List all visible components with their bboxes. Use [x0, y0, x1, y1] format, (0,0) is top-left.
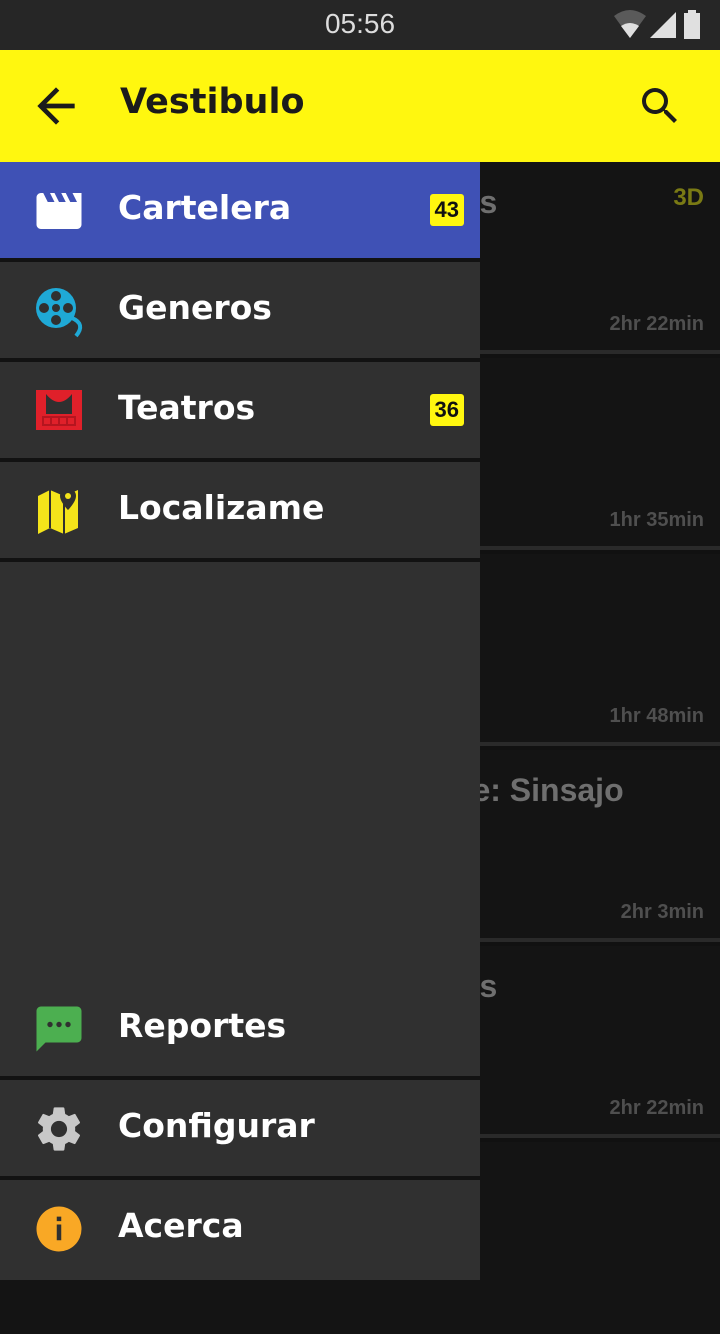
drawer-item-label: Teatros — [118, 388, 256, 427]
navigation-drawer: Cartelera 43 Generos Teatros 36 Localiza… — [0, 162, 480, 1280]
drawer-item-acerca[interactable]: Acerca — [0, 1180, 480, 1280]
search-button[interactable] — [636, 82, 684, 130]
drawer-item-generos[interactable]: Generos — [0, 262, 480, 362]
movie-duration: 2hr 22min — [609, 313, 704, 335]
movie-duration: 1hr 48min — [609, 705, 704, 727]
drawer-item-label: Generos — [118, 288, 272, 327]
drawer-item-label: Localizame — [118, 488, 325, 527]
info-icon — [36, 1206, 82, 1252]
film-reel-icon — [36, 288, 83, 338]
theater-icon — [36, 390, 82, 430]
movie-duration: 1hr 35min — [609, 509, 704, 531]
drawer-item-cartelera[interactable]: Cartelera 43 — [0, 162, 480, 262]
status-icons — [612, 8, 706, 40]
drawer-item-label: Configurar — [118, 1106, 315, 1145]
movie-duration: 2hr 22min — [609, 1097, 704, 1119]
cell-signal-icon — [650, 12, 676, 38]
arrow-back-icon — [37, 87, 75, 125]
movie-format-tag: 3D — [673, 184, 704, 211]
battery-icon — [684, 10, 700, 39]
drawer-item-reportes[interactable]: Reportes — [0, 980, 480, 1080]
gear-icon — [37, 1107, 81, 1151]
movie-duration: 2hr 3min — [620, 901, 704, 923]
page-title: Vestibulo — [120, 82, 305, 122]
drawer-item-localizame[interactable]: Localizame — [0, 462, 480, 562]
wifi-icon — [614, 10, 646, 38]
back-button[interactable] — [28, 78, 84, 134]
drawer-item-configurar[interactable]: Configurar — [0, 1080, 480, 1180]
app-bar: Vestibulo — [0, 50, 720, 162]
drawer-item-label: Acerca — [118, 1206, 244, 1245]
movie-title: re: Sinsajo — [460, 772, 624, 808]
drawer-item-label: Cartelera — [118, 188, 292, 227]
search-icon — [642, 88, 677, 123]
status-bar: 05:56 — [0, 0, 720, 50]
clapperboard-icon — [36, 193, 82, 229]
message-icon — [36, 1006, 82, 1052]
drawer-item-label: Reportes — [118, 1006, 287, 1045]
drawer-item-teatros[interactable]: Teatros 36 — [0, 362, 480, 462]
count-badge: 43 — [429, 194, 464, 226]
count-badge: 36 — [429, 394, 464, 426]
map-pin-icon — [38, 488, 78, 534]
